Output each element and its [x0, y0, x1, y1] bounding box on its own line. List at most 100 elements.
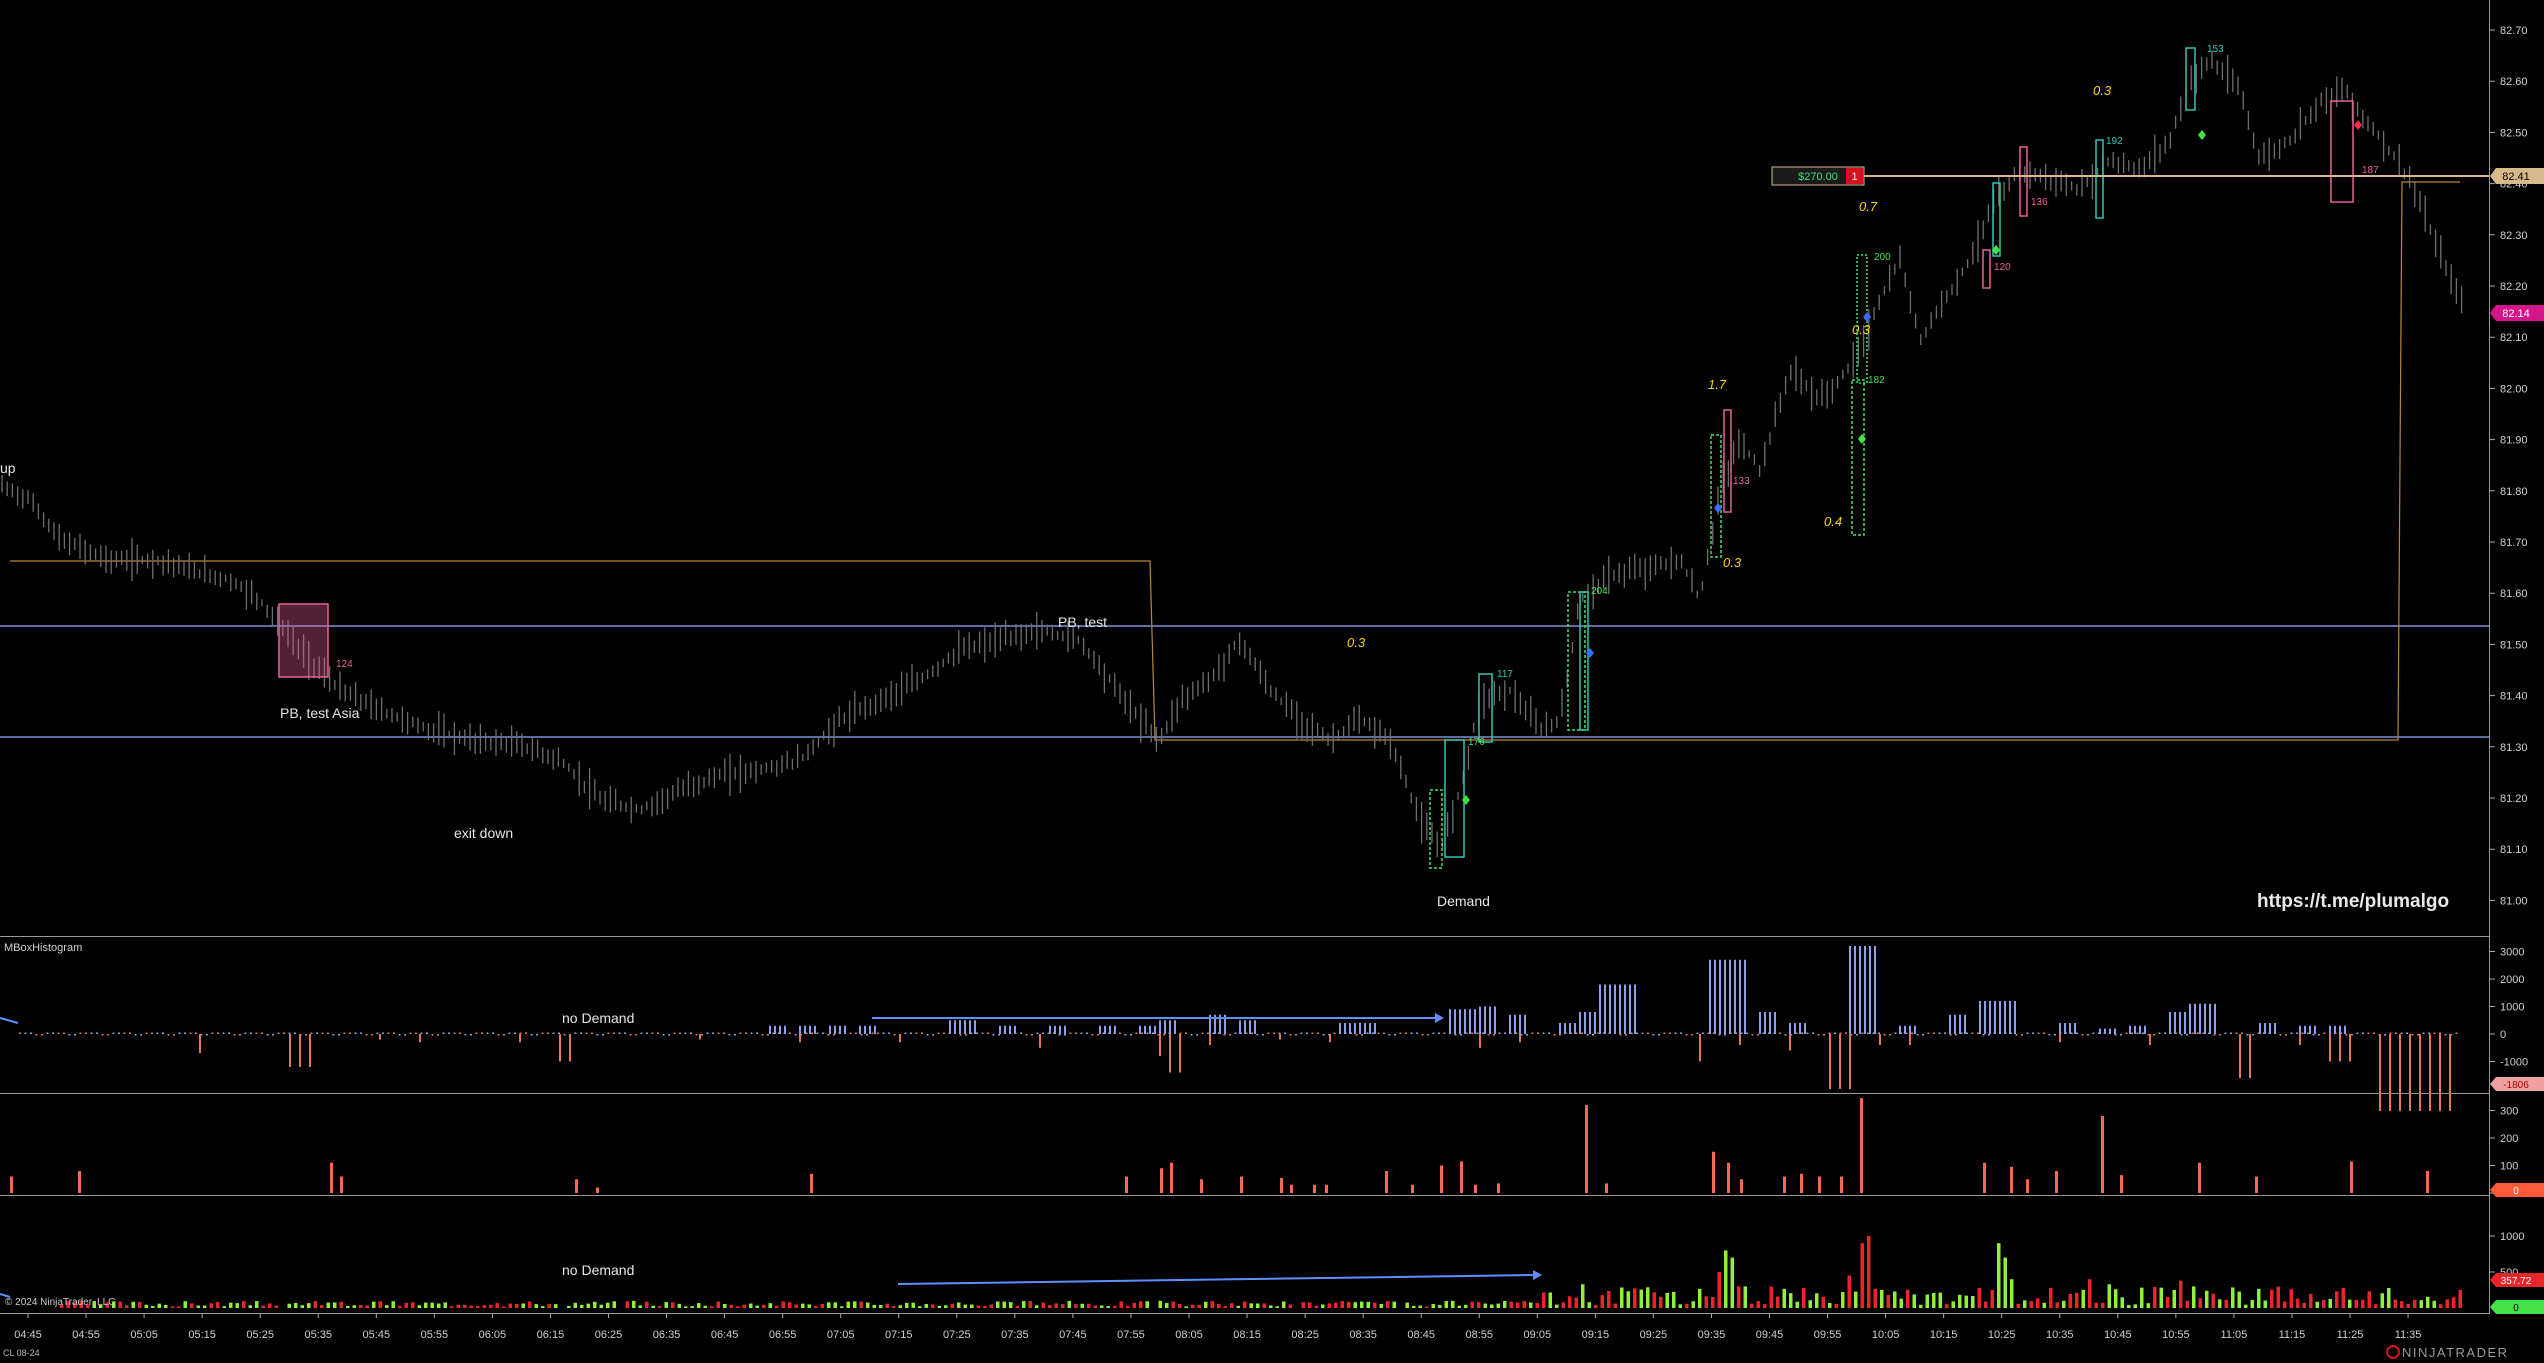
volume-bar [2458, 1289, 2462, 1308]
time-tick-label: 05:35 [304, 1329, 332, 1341]
delta-bar [2120, 1175, 2123, 1193]
volume-bar [1340, 1301, 1344, 1308]
volume-bar [1659, 1296, 1663, 1308]
volume-bar [1477, 1302, 1481, 1308]
volume-bar [1171, 1301, 1175, 1308]
price-tick-label: 81.50 [2500, 639, 2528, 651]
volume-bar [2198, 1298, 2202, 1308]
volume-bar [1652, 1292, 1656, 1308]
svg-text:82.41: 82.41 [2502, 171, 2530, 183]
volume-bar [638, 1305, 642, 1308]
volume-bar [411, 1302, 415, 1308]
delta-bar [2198, 1162, 2201, 1193]
volume-bar [567, 1305, 571, 1308]
volume-bar [1145, 1301, 1149, 1308]
delta-bar [1840, 1176, 1843, 1193]
volume-bar [1080, 1303, 1084, 1308]
volume-bar [749, 1303, 753, 1308]
ratio-label: 0.3 [1852, 322, 1871, 337]
time-tick-label: 09:25 [1640, 1329, 1668, 1341]
time-tick-label: 10:25 [1988, 1329, 2016, 1341]
delta-tick-label: 300 [2500, 1106, 2518, 1118]
volume-bar [2354, 1299, 2358, 1308]
volume-bar [1899, 1298, 1903, 1308]
volume-bar [1223, 1306, 1227, 1308]
volume-bar [989, 1304, 993, 1308]
volume-bar [905, 1302, 909, 1308]
volume-bar [1984, 1301, 1988, 1308]
volume-bar [1925, 1294, 1929, 1308]
volume-bar [1464, 1304, 1468, 1308]
volume-bar [2302, 1302, 2306, 1308]
time-tick-label: 07:45 [1059, 1329, 1087, 1341]
volume-bar [2367, 1291, 2371, 1308]
volume-bar [2413, 1299, 2417, 1308]
volume-bar [2244, 1304, 2248, 1308]
volume-bar [807, 1304, 811, 1308]
volume-bar [125, 1305, 129, 1308]
delta-bar [1740, 1179, 1743, 1193]
delta-bar [2010, 1166, 2013, 1193]
histogram-tick-label: -1000 [2500, 1057, 2528, 1069]
volume-bar [593, 1301, 597, 1308]
volume-bar [242, 1301, 246, 1308]
volume-bar [1379, 1304, 1383, 1308]
delta-bar [78, 1171, 81, 1193]
volume-bar [2062, 1300, 2066, 1308]
volume-bar [1334, 1302, 1338, 1308]
volume-note: no Demand [562, 1262, 634, 1278]
volume-bar [1685, 1303, 1689, 1308]
volume-bar [2380, 1293, 2384, 1308]
chart-window[interactable]: 124 117 200 182 133 120 136 192 153 187 … [0, 0, 2544, 1363]
ratio-label: 0.4 [1824, 514, 1842, 529]
volume-bar [2419, 1300, 2423, 1308]
delta-bar [810, 1173, 813, 1193]
price-tick-label: 81.80 [2500, 486, 2528, 498]
volume-bar [1633, 1288, 1637, 1308]
volume-bar [248, 1305, 252, 1308]
volume-bar [346, 1305, 350, 1308]
volume-bar [359, 1304, 363, 1308]
volume-bar [1028, 1301, 1032, 1308]
volume-bar [1217, 1303, 1221, 1308]
volume-bar [1815, 1293, 1819, 1308]
time-tick-label: 09:55 [1814, 1329, 1842, 1341]
price-tick-label: 82.20 [2500, 281, 2528, 293]
price-tick-label: 81.90 [2500, 435, 2528, 447]
volume-bar [2315, 1301, 2319, 1308]
volume-bar [1405, 1302, 1409, 1308]
volume-bar [2250, 1300, 2254, 1308]
volume-bar [1327, 1303, 1331, 1308]
price-tick-label: 81.40 [2500, 691, 2528, 703]
volume-bar [1782, 1288, 1786, 1308]
time-tick-label: 05:45 [363, 1329, 391, 1341]
volume-bar [1106, 1306, 1110, 1308]
time-tick-label: 08:45 [1407, 1329, 1435, 1341]
volume-bar [1061, 1304, 1065, 1308]
volume-bar [768, 1303, 772, 1308]
volume-bar [2055, 1302, 2059, 1308]
position-pnl-flag[interactable]: $270.00 1 [1771, 166, 1865, 186]
time-tick-label: 10:15 [1930, 1329, 1958, 1341]
volume-bar [1769, 1286, 1773, 1308]
volume-bar [131, 1301, 135, 1308]
volume-bar [586, 1303, 590, 1308]
time-tick-label: 06:45 [711, 1329, 739, 1341]
box-label: 136 [2031, 197, 2048, 208]
volume-bar [1737, 1286, 1741, 1308]
volume-bar [833, 1302, 837, 1308]
volume-bar [1139, 1301, 1143, 1308]
volume-bar [976, 1305, 980, 1308]
delta-bar [1800, 1173, 1803, 1193]
volume-bar [1626, 1291, 1630, 1308]
supply-box-asia[interactable] [278, 603, 329, 678]
delta-bar [1860, 1098, 1863, 1193]
time-tick-label: 11:05 [2221, 1329, 2248, 1341]
histogram-tick-label: 2000 [2500, 974, 2524, 986]
volume-bar [1672, 1291, 1676, 1308]
volume-bar [294, 1302, 298, 1308]
volume-bar [2276, 1286, 2280, 1308]
volume-bar [2341, 1287, 2345, 1308]
volume-bar [1548, 1292, 1552, 1308]
volume-bar [1275, 1306, 1279, 1308]
